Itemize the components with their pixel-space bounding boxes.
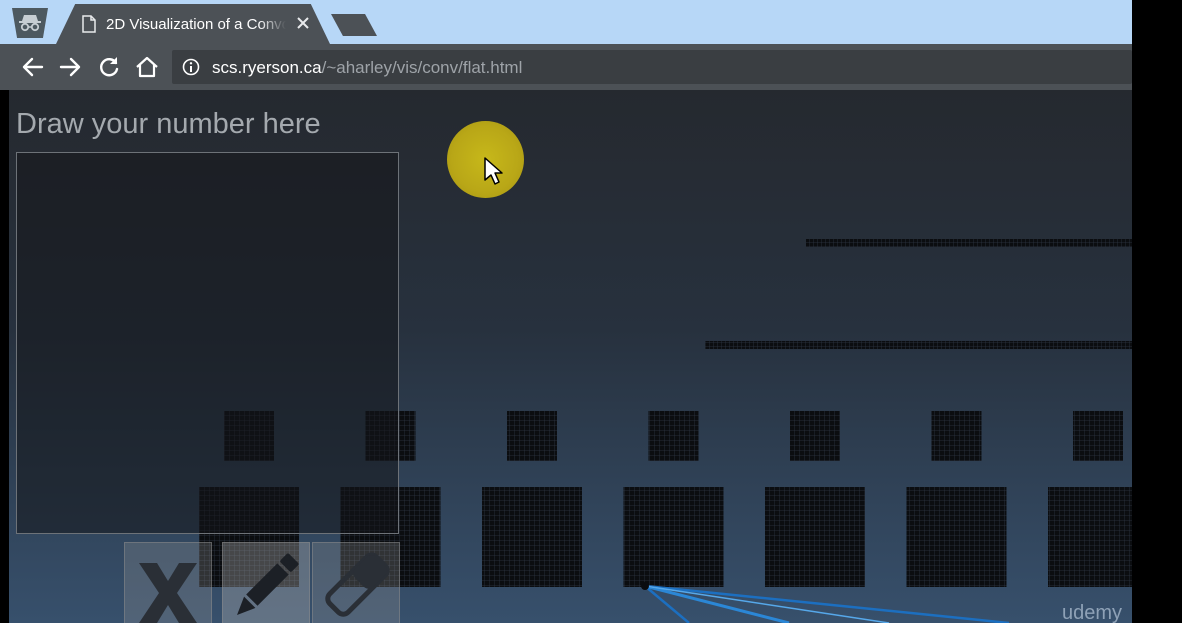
feature-map-large [765, 487, 865, 587]
feature-map-small [507, 411, 557, 461]
address-bar[interactable]: scs.ryerson.ca/~aharley/vis/conv/flat.ht… [172, 50, 1132, 84]
page-content: Draw your number here udemy [9, 90, 1132, 623]
feature-map-small [790, 411, 840, 461]
mouse-cursor-icon [484, 157, 503, 185]
feature-map-small [931, 411, 982, 461]
feature-map-small [648, 411, 699, 461]
drawing-canvas[interactable] [16, 152, 399, 534]
udemy-watermark: udemy [1061, 602, 1122, 623]
tab-active[interactable]: 2D Visualization of a Convolutional Neur… [56, 4, 330, 44]
pen-button[interactable] [222, 542, 310, 623]
reload-icon[interactable] [96, 54, 122, 80]
clear-button[interactable] [124, 542, 212, 623]
page-icon [82, 15, 96, 33]
eraser-button[interactable] [312, 542, 400, 623]
pencil-icon [237, 553, 299, 615]
url-path: /~aharley/vis/conv/flat.html [321, 58, 523, 77]
info-icon[interactable] [182, 58, 200, 76]
home-icon[interactable] [134, 54, 160, 80]
dense-layer-row [806, 239, 1132, 247]
close-icon[interactable] [294, 14, 312, 32]
browser-window: 2D Visualization of a Convolutional Neur… [0, 0, 1132, 623]
url-host: scs.ryerson.ca [212, 58, 322, 77]
connection-lines [641, 582, 1010, 623]
feature-map-large [623, 487, 724, 587]
draw-title: Draw your number here [16, 108, 321, 140]
eraser-icon [325, 552, 390, 617]
dense-layer-row [705, 341, 1132, 349]
tab-title: 2D Visualization of a Convolutional Neur… [106, 16, 286, 33]
tab-strip: 2D Visualization of a Convolutional Neur… [0, 0, 1132, 44]
browser-toolbar: scs.ryerson.ca/~aharley/vis/conv/flat.ht… [0, 44, 1132, 90]
feature-map-large [482, 487, 582, 587]
x-icon [139, 563, 197, 623]
feature-map-large [1048, 487, 1132, 587]
fully-connected-layers [705, 239, 1132, 349]
new-tab-button[interactable] [331, 14, 377, 36]
forward-arrow-icon[interactable] [57, 54, 83, 80]
back-arrow-icon[interactable] [20, 54, 46, 80]
url-text[interactable]: scs.ryerson.ca/~aharley/vis/conv/flat.ht… [212, 58, 522, 78]
incognito-icon [12, 8, 48, 38]
feature-map-small [1073, 411, 1123, 461]
feature-map-large [906, 487, 1007, 587]
